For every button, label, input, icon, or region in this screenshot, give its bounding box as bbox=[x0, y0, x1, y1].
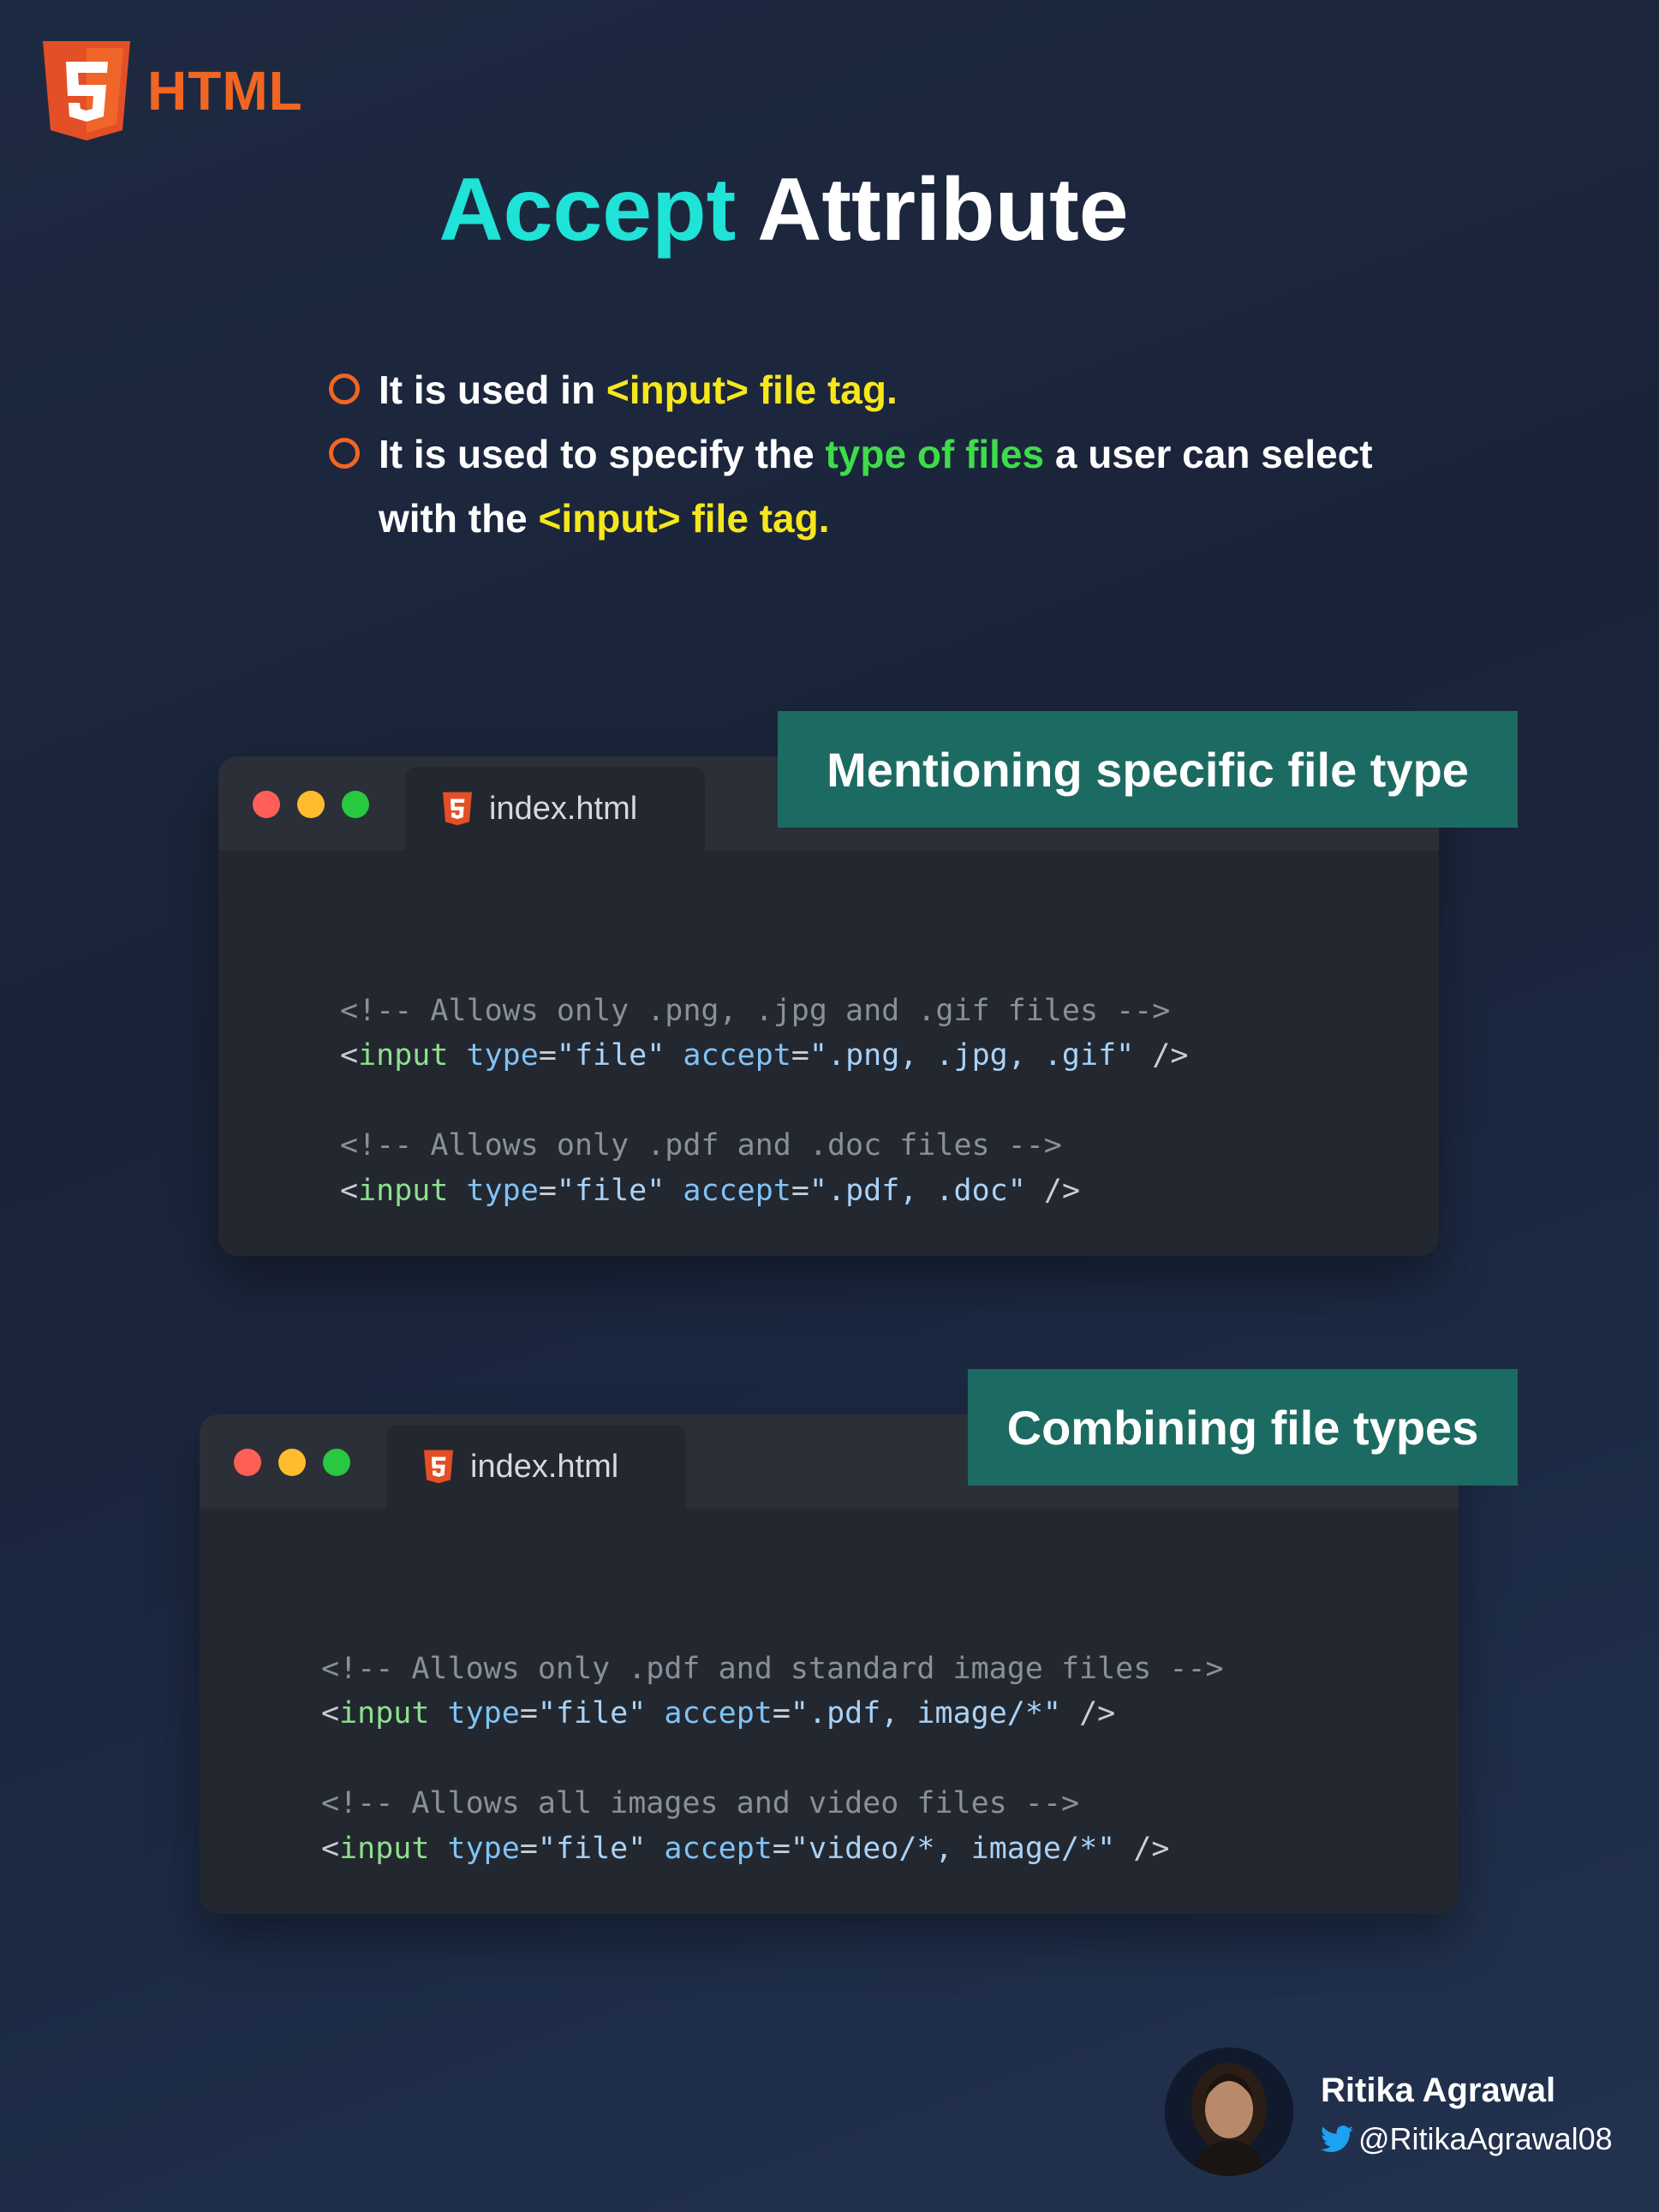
code-window: index.html <!-- Allows only .pdf and sta… bbox=[200, 1414, 1459, 1914]
code-block: <!-- Allows only .png, .jpg and .gif fil… bbox=[340, 993, 1189, 1208]
avatar-portrait-icon bbox=[1165, 2048, 1293, 2176]
title-accent: Accept bbox=[439, 160, 737, 260]
bullet-highlight: type of files bbox=[825, 432, 1045, 476]
file-tab[interactable]: index.html bbox=[386, 1425, 686, 1509]
code-attr: accept bbox=[664, 1696, 773, 1731]
bullet-item: It is used to specify the type of files … bbox=[329, 422, 1442, 551]
html5-file-icon bbox=[424, 1450, 453, 1484]
bullet-text: It is used in bbox=[379, 368, 606, 412]
bullet-item: It is used in <input> file tag. bbox=[329, 358, 1442, 422]
maximize-dot-icon[interactable] bbox=[323, 1449, 350, 1476]
bullet-text: It is used to specify the bbox=[379, 432, 826, 476]
page-title: Accept Attribute bbox=[0, 158, 1567, 261]
file-tab[interactable]: index.html bbox=[405, 767, 705, 851]
code-attr: type bbox=[466, 1038, 539, 1073]
code-tag: input bbox=[358, 1173, 449, 1208]
bullet-highlight: <input> file tag. bbox=[606, 368, 898, 412]
author-card: Ritika Agrawal @RitikaAgrawal08 bbox=[1165, 2048, 1644, 2185]
code-value: "file" bbox=[537, 1831, 647, 1866]
file-tab-label: index.html bbox=[489, 790, 638, 827]
logo-text: HTML bbox=[147, 60, 303, 122]
html5-file-icon bbox=[443, 792, 472, 826]
html5-logo: HTML bbox=[43, 41, 303, 140]
code-comment: <!-- Allows all images and video files -… bbox=[321, 1786, 1080, 1820]
bullet-highlight: <input> file tag. bbox=[538, 496, 830, 541]
code-attr: accept bbox=[683, 1173, 791, 1208]
code-attr: accept bbox=[683, 1038, 791, 1073]
code-attr: accept bbox=[664, 1831, 773, 1866]
code-tag: input bbox=[358, 1038, 449, 1073]
circle-bullet-icon bbox=[329, 438, 360, 469]
code-attr: type bbox=[466, 1173, 539, 1208]
bullet-list: It is used in <input> file tag. It is us… bbox=[329, 358, 1442, 551]
maximize-dot-icon[interactable] bbox=[342, 791, 369, 818]
twitter-bird-icon bbox=[1321, 2125, 1353, 2153]
author-name: Ritika Agrawal bbox=[1321, 2072, 1556, 2109]
code-comment: <!-- Allows only .pdf and standard image… bbox=[321, 1651, 1224, 1686]
code-value: "file" bbox=[556, 1173, 665, 1208]
code-value: "video/*, image/*" bbox=[790, 1831, 1116, 1866]
close-dot-icon[interactable] bbox=[253, 791, 280, 818]
code-attr: type bbox=[447, 1831, 520, 1866]
minimize-dot-icon[interactable] bbox=[297, 791, 325, 818]
author-handle[interactable]: @RitikaAgrawal08 bbox=[1321, 2121, 1613, 2157]
code-value: ".png, .jpg, .gif" bbox=[809, 1038, 1135, 1073]
code-tag: input bbox=[339, 1696, 430, 1731]
file-tab-label: index.html bbox=[470, 1448, 619, 1485]
circle-bullet-icon bbox=[329, 374, 360, 404]
code-attr: type bbox=[447, 1696, 520, 1731]
code-value: ".pdf, .doc" bbox=[809, 1173, 1026, 1208]
code-tag: input bbox=[339, 1831, 430, 1866]
code-value: "file" bbox=[556, 1038, 665, 1073]
code-window: index.html <!-- Allows only .png, .jpg a… bbox=[218, 756, 1439, 1256]
html5-shield-icon bbox=[43, 41, 130, 140]
author-handle-text: @RitikaAgrawal08 bbox=[1358, 2121, 1613, 2156]
code-comment: <!-- Allows only .pdf and .doc files --> bbox=[340, 1128, 1062, 1163]
title-rest: Attribute bbox=[757, 160, 1129, 260]
code-comment: <!-- Allows only .png, .jpg and .gif fil… bbox=[340, 993, 1171, 1028]
code-block: <!-- Allows only .pdf and standard image… bbox=[321, 1651, 1224, 1866]
section-badge: Combining file types bbox=[968, 1369, 1518, 1486]
avatar bbox=[1165, 2048, 1293, 2176]
code-value: ".pdf, image/*" bbox=[790, 1696, 1061, 1731]
minimize-dot-icon[interactable] bbox=[278, 1449, 306, 1476]
section-badge: Mentioning specific file type bbox=[778, 711, 1518, 828]
close-dot-icon[interactable] bbox=[234, 1449, 261, 1476]
code-value: "file" bbox=[537, 1696, 647, 1731]
